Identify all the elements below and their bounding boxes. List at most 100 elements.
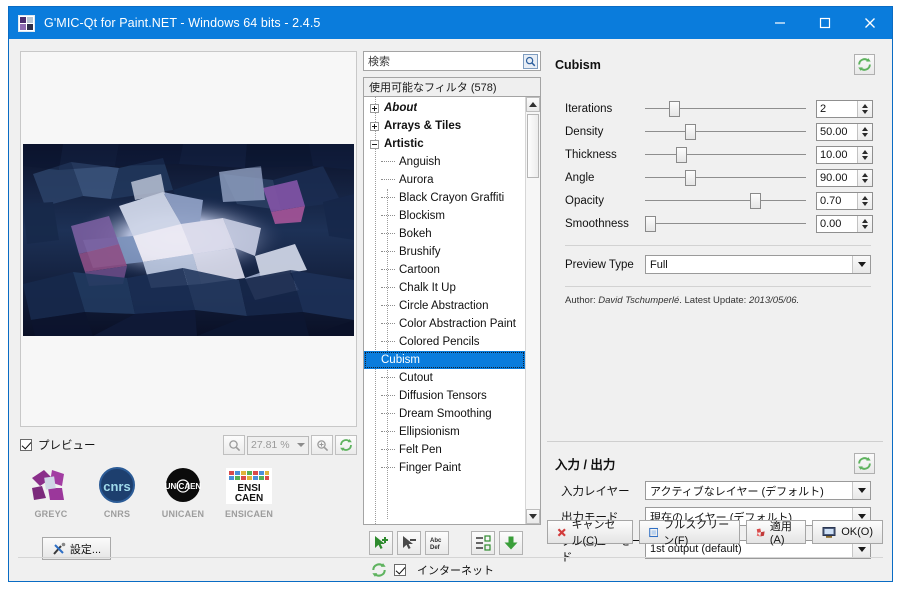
ok-button[interactable]: OK(O) <box>812 520 883 544</box>
filter-group-artistic[interactable]: Artistic <box>364 135 525 153</box>
param-slider-opacity[interactable] <box>645 192 806 210</box>
maximize-button[interactable] <box>802 7 847 39</box>
preview-refresh-icon[interactable] <box>335 435 357 455</box>
param-slider-smoothness[interactable] <box>645 215 806 233</box>
remove-fave-icon[interactable] <box>397 531 421 555</box>
expand-collapse-icon[interactable] <box>471 531 495 555</box>
expand-icon[interactable] <box>370 121 379 131</box>
internet-checkbox[interactable] <box>394 564 406 576</box>
scroll-down-button[interactable] <box>526 509 540 524</box>
param-slider-angle[interactable] <box>645 169 806 187</box>
ok-button-label: OK(O) <box>841 526 873 538</box>
param-spinbox-opacity[interactable]: 0.70 <box>816 191 873 210</box>
filter-item-ellipsionism[interactable]: Ellipsionism <box>364 423 525 441</box>
author-line: Author: David Tschumperlé. Latest Update… <box>547 287 883 306</box>
add-fave-icon[interactable] <box>369 531 393 555</box>
zoom-out-icon[interactable] <box>223 435 245 455</box>
filter-item-color-abstraction-paint[interactable]: Color Abstraction Paint <box>364 315 525 333</box>
cnrs-caption: CNRS <box>103 509 131 519</box>
filter-item-aurora[interactable]: Aurora <box>364 171 525 189</box>
right-column: Cubism Iterations 2 Density 50.00 Thickn… <box>18 49 883 572</box>
cancel-icon <box>557 527 566 537</box>
filter-panel-title: Cubism <box>555 57 601 72</box>
input-layer-select[interactable]: アクティブなレイヤー (デフォルト) <box>645 481 871 500</box>
zoom-in-icon[interactable] <box>311 435 333 455</box>
cubism-preview-art <box>23 144 354 336</box>
preview-image[interactable] <box>23 144 354 336</box>
filter-item-felt-pen[interactable]: Felt Pen <box>364 441 525 459</box>
tools-icon <box>53 542 66 555</box>
param-slider-iterations[interactable] <box>645 100 806 118</box>
filter-item-brushify[interactable]: Brushify <box>364 243 525 261</box>
update-filters-icon[interactable] <box>499 531 523 555</box>
param-row-thickness: Thickness 10.00 <box>565 143 873 166</box>
filter-list[interactable]: About Arrays & Tiles Artistic Anguish Au… <box>363 97 541 525</box>
apply-icon <box>756 528 765 536</box>
filter-item-blockism[interactable]: Blockism <box>364 207 525 225</box>
unicaen-logo: UNICAEN UNICAEN <box>154 463 212 527</box>
chevron-down-icon[interactable] <box>852 482 870 499</box>
param-row-angle: Angle 90.00 <box>565 166 873 189</box>
scroll-up-button[interactable] <box>526 97 540 112</box>
internet-refresh-icon[interactable] <box>369 560 389 580</box>
filter-list-scrollbar[interactable] <box>525 97 540 524</box>
filter-item-bokeh[interactable]: Bokeh <box>364 225 525 243</box>
filter-list-header-label: 使用可能なフィルタ (578) <box>369 82 497 94</box>
filter-refresh-icon[interactable] <box>854 54 875 75</box>
collapse-icon[interactable] <box>370 139 379 149</box>
svg-text:cnrs: cnrs <box>103 479 130 494</box>
param-spinbox-thickness[interactable]: 10.00 <box>816 145 873 164</box>
fullscreen-button[interactable]: フルスクリーン(F) <box>638 519 740 547</box>
cancel-button-label: キャンセル(C) <box>571 519 616 547</box>
preview-type-select[interactable]: Full <box>645 255 871 274</box>
minimize-button[interactable] <box>757 7 802 39</box>
preview-frame[interactable] <box>20 51 357 427</box>
param-spinbox-smoothness[interactable]: 0.00 <box>816 214 873 233</box>
filter-item-anguish[interactable]: Anguish <box>364 153 525 171</box>
fullscreen-icon <box>648 527 659 537</box>
param-spinbox-angle[interactable]: 90.00 <box>816 168 873 187</box>
gmic-app-icon <box>18 14 35 32</box>
filter-item-dream-smoothing[interactable]: Dream Smoothing <box>364 405 525 423</box>
rename-fave-icon[interactable]: Abc Def <box>425 531 449 555</box>
client-area: プレビュー 27.81 % GREYC cnrs CNRS UNICAEN UN… <box>10 39 891 580</box>
filter-item-black-crayon-graffiti[interactable]: Black Crayon Graffiti <box>364 189 525 207</box>
filter-group-arrays-tiles[interactable]: Arrays & Tiles <box>364 117 525 135</box>
svg-text:UNICAEN: UNICAEN <box>165 482 202 491</box>
expand-icon[interactable] <box>370 103 379 113</box>
filter-item-diffusion-tensors[interactable]: Diffusion Tensors <box>364 387 525 405</box>
param-label: Thickness <box>565 148 617 161</box>
chevron-down-icon[interactable] <box>852 256 870 273</box>
filter-tree: About Arrays & Tiles Artistic Anguish Au… <box>364 97 525 477</box>
filter-item-colored-pencils[interactable]: Colored Pencils <box>364 333 525 351</box>
param-label: Smoothness <box>565 217 629 230</box>
preview-checkbox[interactable] <box>20 439 32 451</box>
search-icon[interactable] <box>523 53 538 69</box>
search-input[interactable]: 検索 <box>363 51 541 71</box>
param-row-smoothness: Smoothness 0.00 <box>565 212 873 235</box>
zoom-level-select[interactable]: 27.81 % <box>247 435 309 455</box>
param-spinbox-density[interactable]: 50.00 <box>816 122 873 141</box>
filter-item-cubism[interactable]: Cubism <box>364 351 525 369</box>
param-slider-density[interactable] <box>645 123 806 141</box>
close-button[interactable] <box>847 7 892 39</box>
cancel-button[interactable]: キャンセル(C) <box>547 519 633 547</box>
filter-group-about[interactable]: About <box>364 99 525 117</box>
param-slider-thickness[interactable] <box>645 146 806 164</box>
preview-controls: プレビュー 27.81 % <box>20 433 357 457</box>
filter-item-finger-paint[interactable]: Finger Paint <box>364 459 525 477</box>
filter-item-cutout[interactable]: Cutout <box>364 369 525 387</box>
io-refresh-icon[interactable] <box>854 453 875 474</box>
filter-item-cartoon[interactable]: Cartoon <box>364 261 525 279</box>
apply-button[interactable]: 適用(A) <box>745 520 807 546</box>
ensicaen-caption: ENSICAEN <box>224 509 274 519</box>
param-spinbox-iterations[interactable]: 2 <box>816 99 873 118</box>
param-label: Density <box>565 125 604 138</box>
panel-divider <box>547 441 883 442</box>
scrollbar-thumb[interactable] <box>527 114 539 178</box>
dialog-buttons: キャンセル(C) フルスクリーン(F) 適用(A) OK(O) <box>547 519 883 547</box>
filter-item-chalk-it-up[interactable]: Chalk It Up <box>364 279 525 297</box>
filter-item-circle-abstraction[interactable]: Circle Abstraction <box>364 297 525 315</box>
cnrs-logo: cnrs CNRS <box>88 463 146 527</box>
filter-column: 検索 使用可能なフィルタ (578) About Arrays & Tiles … <box>363 51 541 577</box>
